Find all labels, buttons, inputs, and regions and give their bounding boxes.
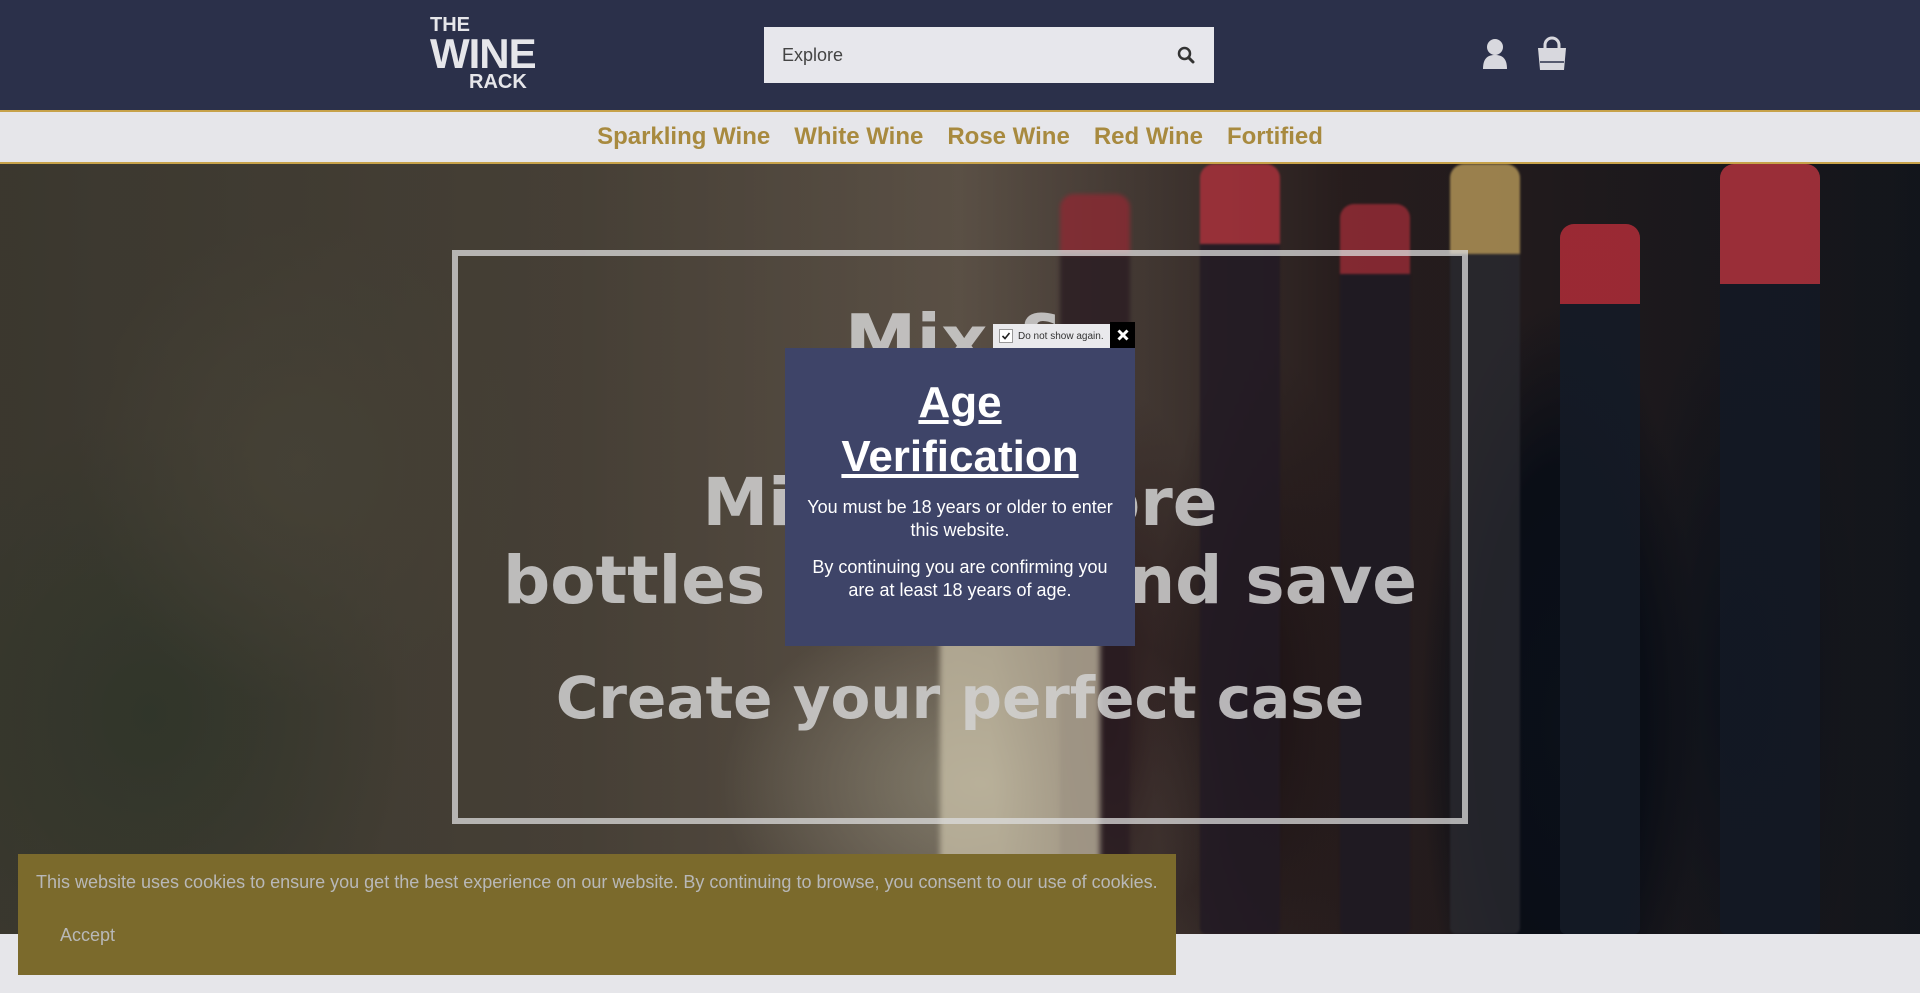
nav-white-wine[interactable]: White Wine (794, 123, 923, 151)
search-icon[interactable] (1158, 27, 1214, 83)
do-not-show-label: Do not show again. (1018, 330, 1104, 342)
close-icon[interactable] (1110, 322, 1135, 348)
checkmark-icon (1001, 332, 1011, 340)
shopping-bag-icon[interactable] (1536, 36, 1568, 72)
age-confirm-text: By continuing you are confirming you are… (812, 557, 1108, 600)
nav-red-wine[interactable]: Red Wine (1094, 123, 1203, 151)
accept-cookies-button[interactable]: Accept (40, 912, 135, 958)
bottle-decoration (1560, 224, 1640, 934)
site-logo[interactable]: THE WINE RACK (430, 15, 537, 95)
do-not-show-again: Do not show again. (993, 324, 1110, 348)
hero-subheading: Create your perfect case (555, 664, 1365, 732)
age-requirement-text: You must be 18 years or older to enter t… (807, 497, 1113, 540)
search-input[interactable] (764, 27, 1158, 83)
age-verification-modal: Age Verification You must be 18 years or… (785, 348, 1135, 646)
logo-line-2: WINE (430, 30, 537, 77)
search-bar (764, 27, 1214, 83)
do-not-show-checkbox[interactable] (999, 329, 1013, 343)
site-header: THE WINE RACK (0, 0, 1920, 110)
user-icon[interactable] (1482, 38, 1508, 70)
bottle-decoration (1720, 164, 1820, 934)
cookie-message: This website uses cookies to ensure you … (36, 872, 1158, 892)
category-nav: Sparkling Wine White Wine Rose Wine Red … (0, 110, 1920, 164)
age-verification-title: Age Verification (841, 378, 1079, 481)
nav-sparkling-wine[interactable]: Sparkling Wine (597, 123, 770, 151)
logo-line-3: RACK (469, 71, 527, 93)
nav-rose-wine[interactable]: Rose Wine (947, 123, 1069, 151)
cookie-consent-bar: This website uses cookies to ensure you … (18, 854, 1176, 975)
nav-fortified[interactable]: Fortified (1227, 123, 1323, 151)
